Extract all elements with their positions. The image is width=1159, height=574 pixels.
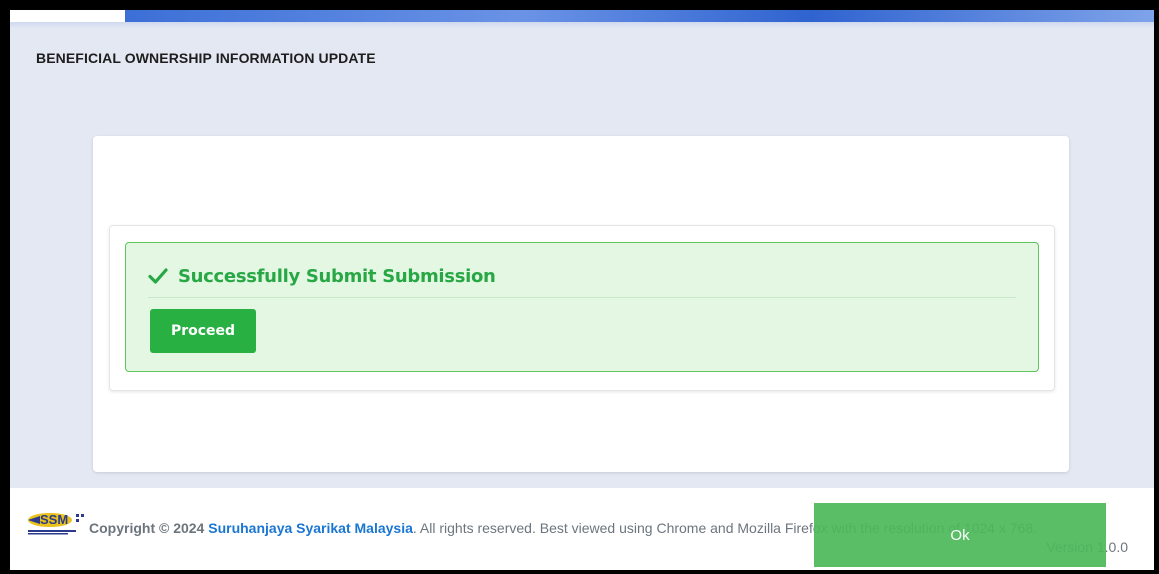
check-icon bbox=[148, 267, 168, 285]
copyright-prefix: Copyright © 2024 bbox=[89, 520, 205, 536]
result-panel: Successfully Submit Submission Proceed bbox=[109, 225, 1055, 391]
alert-message: Successfully Submit Submission bbox=[178, 265, 496, 287]
content-card: Successfully Submit Submission Proceed bbox=[93, 136, 1069, 472]
ok-button[interactable]: Ok bbox=[814, 503, 1106, 567]
brand-link[interactable]: Suruhanjaya Syarikat Malaysia bbox=[208, 520, 413, 536]
top-navigation-strip bbox=[10, 10, 1154, 22]
success-alert: Successfully Submit Submission Proceed bbox=[125, 242, 1039, 372]
alert-heading: Successfully Submit Submission bbox=[148, 261, 1016, 298]
app-window: BENEFICIAL OWNERSHIP INFORMATION UPDATE … bbox=[10, 10, 1154, 570]
page-title: BENEFICIAL OWNERSHIP INFORMATION UPDATE bbox=[36, 50, 376, 66]
proceed-button[interactable]: Proceed bbox=[150, 309, 256, 353]
